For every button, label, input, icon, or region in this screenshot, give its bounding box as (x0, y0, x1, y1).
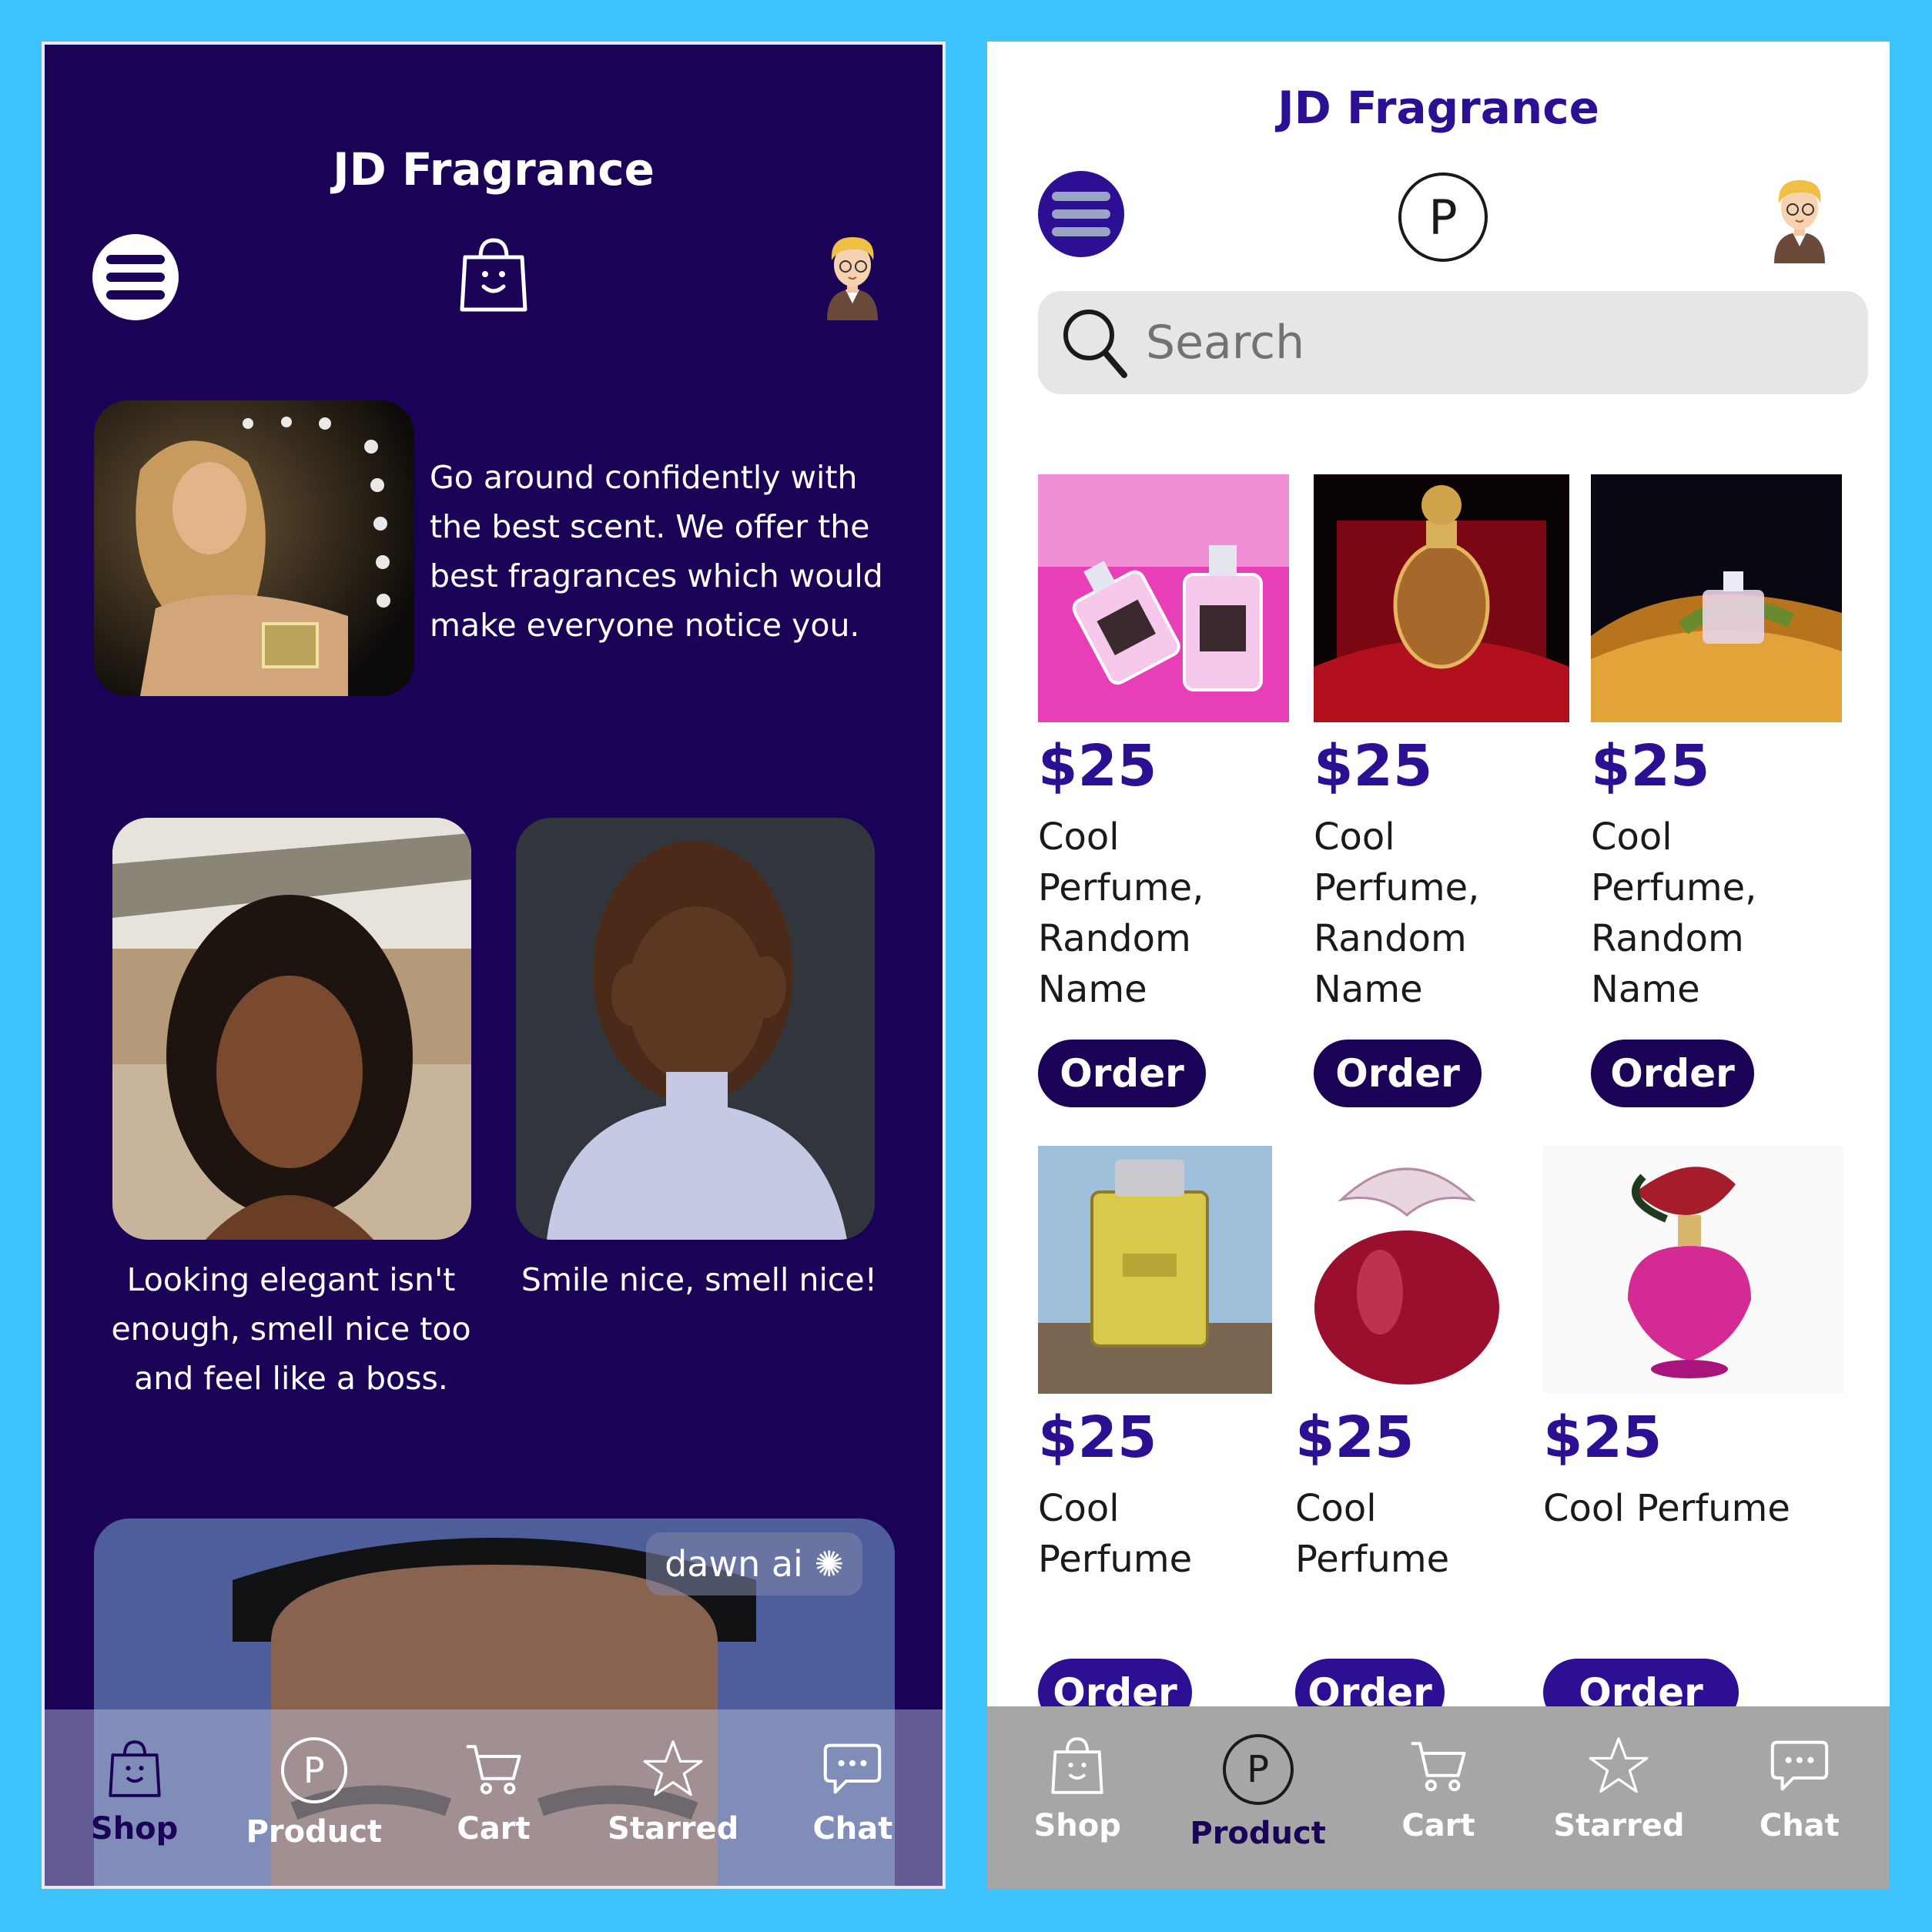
product-name: Cool Perfume, Random Name (1591, 815, 1757, 1011)
tab-cart[interactable]: Cart (403, 1709, 583, 1886)
card-caption-1: Looking elegant isn't enough, smell nice… (111, 1261, 471, 1397)
tab-chat[interactable]: Chat (1709, 1706, 1890, 1889)
tab-product-label: Product (246, 1814, 383, 1850)
hero-perfume-ad-image (94, 400, 414, 696)
shopping-bag-icon (108, 1740, 161, 1797)
tab-cart[interactable]: Cart (1348, 1706, 1529, 1889)
product-image[interactable] (1591, 474, 1842, 722)
watermark-label: dawn ai ✺ (646, 1532, 862, 1595)
tab-cart-label: Cart (1401, 1808, 1475, 1843)
p-circle-icon[interactable]: P (1398, 172, 1488, 262)
tab-cart-label: Cart (457, 1811, 531, 1847)
tab-starred-label: Starred (1553, 1808, 1685, 1843)
product-price: $25 (1295, 1405, 1415, 1471)
model-image-2 (516, 818, 875, 1240)
chat-icon (824, 1743, 882, 1794)
tab-shop-label: Shop (1033, 1808, 1121, 1843)
tab-chat-label: Chat (812, 1811, 893, 1847)
shopping-bag-icon[interactable] (457, 234, 530, 316)
model-image-1 (112, 818, 471, 1240)
product-image[interactable] (1038, 1146, 1272, 1394)
product-price: $25 (1591, 733, 1710, 799)
tab-product-label: Product (1190, 1816, 1326, 1851)
product-card: $25 Cool Perfume Order (1295, 1146, 1542, 1731)
app-title: JD Fragrance (1277, 82, 1599, 134)
hero-text: Go around confidently with the best scen… (430, 459, 883, 644)
product-price: $25 (1314, 733, 1433, 799)
order-button[interactable]: Order (1314, 1040, 1482, 1107)
product-image[interactable] (1543, 1146, 1843, 1394)
product-name: Cool Perfume (1038, 1487, 1193, 1581)
tab-starred[interactable]: Starred (584, 1709, 763, 1886)
product-price: $25 (1543, 1405, 1662, 1471)
shop-screen: JD Fragrance Go around confidently with … (42, 42, 946, 1889)
bottom-tab-bar: Shop P Product Cart Starred Chat (45, 1709, 943, 1886)
product-price: $25 (1038, 733, 1157, 799)
shopping-bag-icon (1051, 1737, 1103, 1794)
product-screen: JD Fragrance P Search $25 Cool Perfume, … (987, 42, 1890, 1889)
app-title: JD Fragrance (333, 143, 655, 196)
p-circle-icon: P (280, 1737, 347, 1803)
bottom-tab-bar: Shop P Product Cart Starred Chat (987, 1706, 1890, 1889)
tab-chat[interactable]: Chat (763, 1709, 943, 1886)
product-name: Cool Perfume, Random Name (1314, 815, 1480, 1011)
avatar-icon[interactable] (1765, 172, 1834, 263)
product-name: Cool Perfume (1295, 1487, 1450, 1581)
star-icon (643, 1740, 703, 1796)
search-input[interactable] (1144, 315, 1840, 370)
product-price: $25 (1038, 1405, 1157, 1471)
order-button[interactable]: Order (1038, 1040, 1206, 1107)
avatar-icon[interactable] (818, 229, 887, 320)
product-image[interactable] (1295, 1146, 1518, 1394)
p-circle-icon: P (1222, 1734, 1294, 1805)
product-name: Cool Perfume (1543, 1487, 1790, 1530)
tab-starred[interactable]: Starred (1529, 1706, 1709, 1889)
tab-shop[interactable]: Shop (987, 1706, 1167, 1889)
product-card: $25 Cool Perfume, Random Name Order (1591, 474, 1853, 1113)
order-button[interactable]: Order (1591, 1040, 1754, 1107)
product-name: Cool Perfume, Random Name (1038, 815, 1204, 1011)
tab-shop[interactable]: Shop (45, 1709, 224, 1886)
card-caption-2: Smile nice, smell nice! (521, 1261, 878, 1298)
product-card: $25 Cool Perfume, Random Name Order (1038, 474, 1300, 1113)
search-bar[interactable] (1038, 291, 1868, 394)
product-image[interactable] (1314, 474, 1569, 722)
tab-chat-label: Chat (1759, 1808, 1840, 1843)
product-card: $25 Cool Perfume, Random Name Order (1314, 474, 1575, 1113)
tab-starred-label: Starred (608, 1811, 739, 1847)
tab-product[interactable]: P Product (224, 1709, 403, 1886)
star-icon (1589, 1737, 1649, 1793)
cart-icon (1411, 1742, 1466, 1792)
product-card: $25 Cool Perfume Order (1543, 1146, 1851, 1731)
hamburger-menu-icon[interactable] (1038, 171, 1124, 257)
hamburger-menu-icon[interactable] (92, 234, 179, 320)
product-image[interactable] (1038, 474, 1289, 722)
chat-icon (1770, 1740, 1829, 1791)
tab-product[interactable]: P Product (1167, 1706, 1348, 1889)
search-icon (1063, 310, 1127, 378)
cart-icon (466, 1745, 521, 1795)
tab-shop-label: Shop (90, 1811, 179, 1847)
product-card: $25 Cool Perfume Order (1038, 1146, 1284, 1731)
